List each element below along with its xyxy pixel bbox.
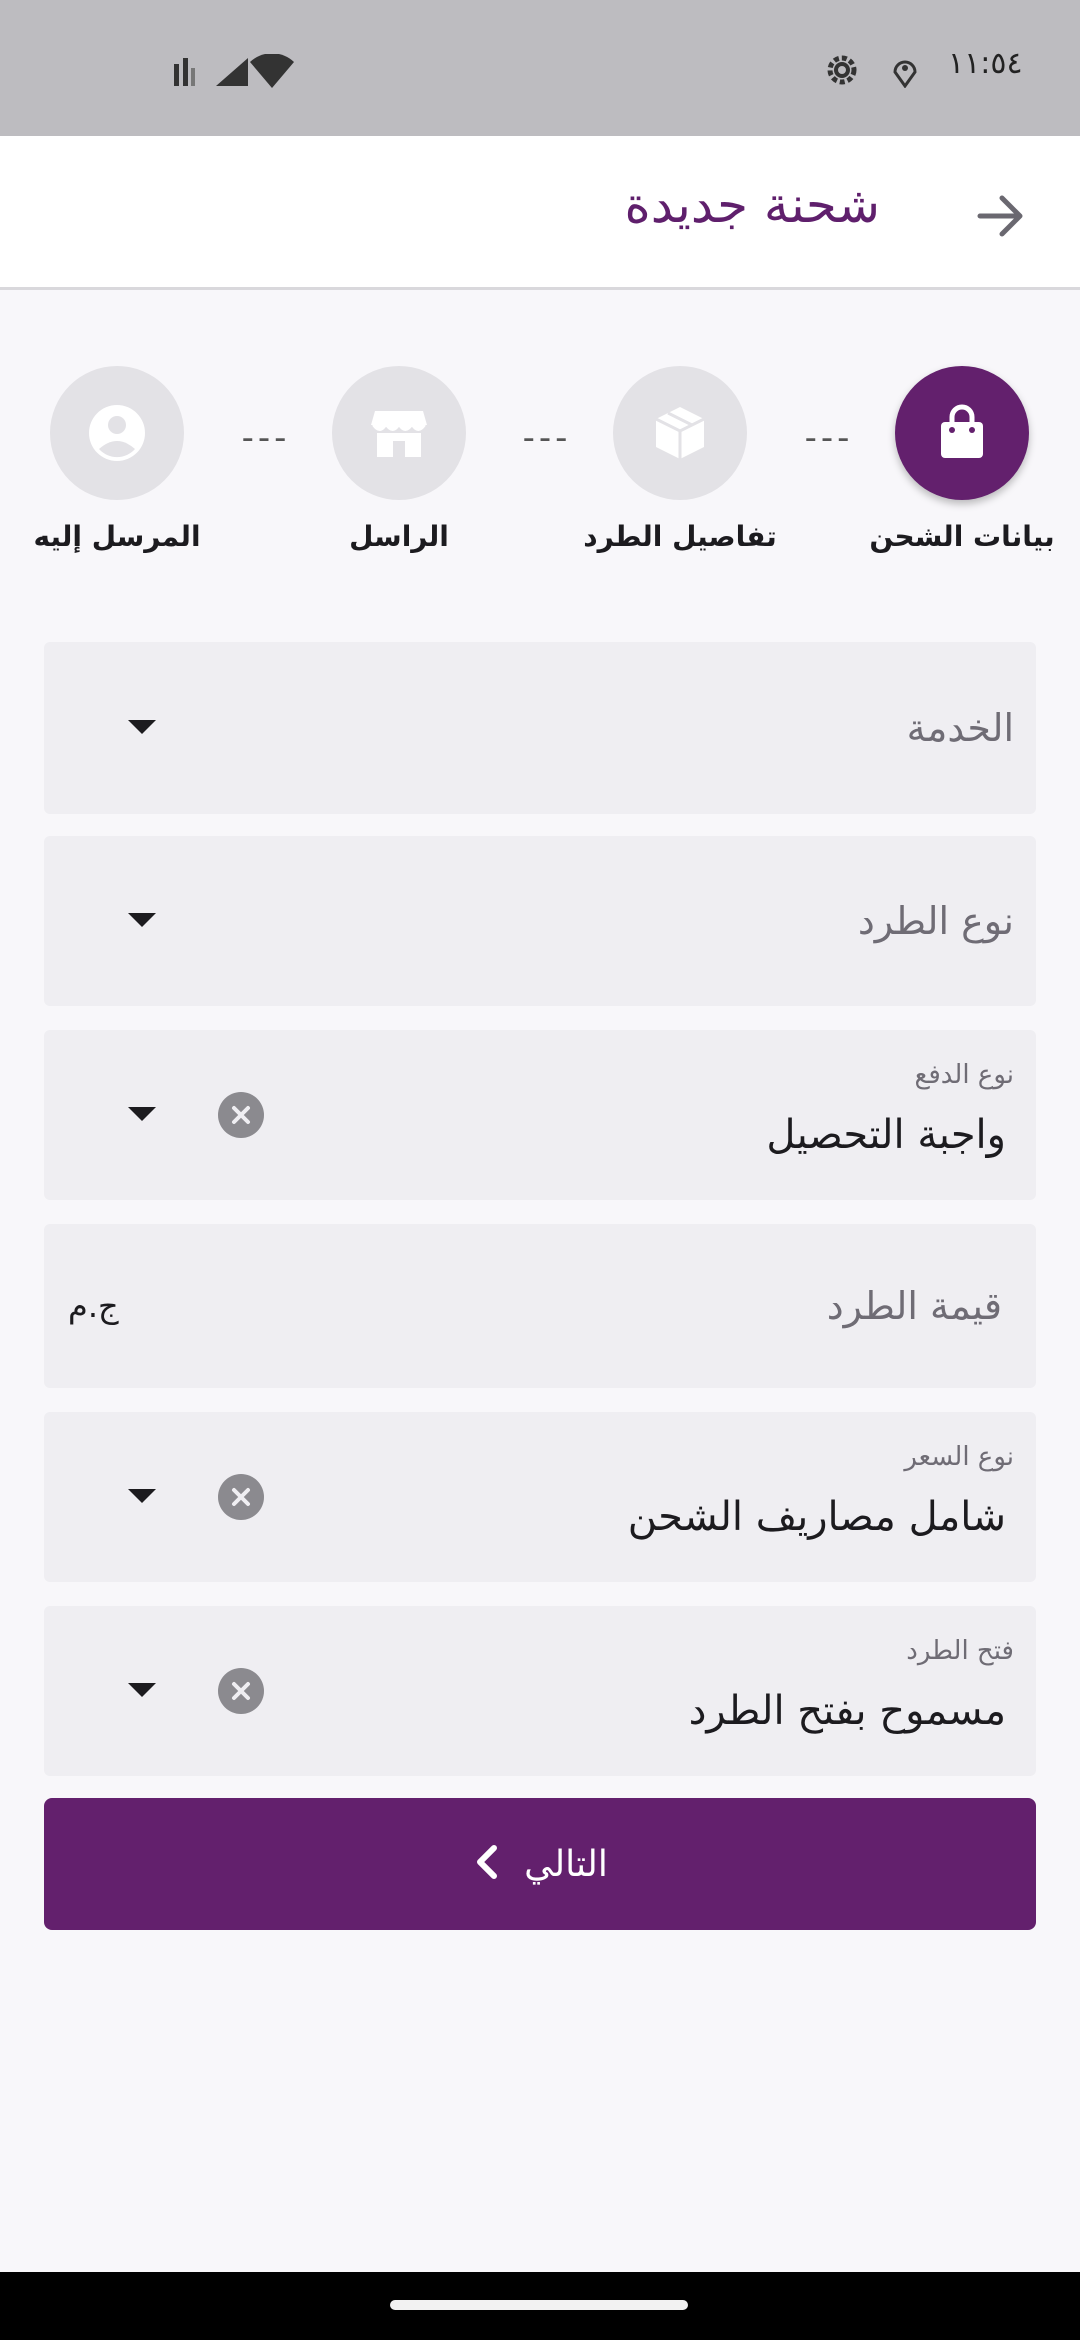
step-label: بيانات الشحن bbox=[869, 520, 1055, 553]
navigation-bar bbox=[0, 2272, 1080, 2340]
clear-icon[interactable] bbox=[218, 1668, 264, 1714]
dropdown-arrow-icon[interactable] bbox=[128, 1107, 156, 1121]
step-separator: --- bbox=[522, 418, 572, 458]
wifi-icon bbox=[248, 53, 296, 94]
settings-gear-icon bbox=[822, 50, 862, 94]
dropdown-arrow-icon[interactable] bbox=[128, 1683, 156, 1697]
package-box-icon bbox=[655, 407, 705, 459]
price-type-value: شامل مصاريف الشحن bbox=[627, 1494, 1006, 1540]
service-label: الخدمة bbox=[906, 706, 1014, 750]
step-parcel-details[interactable]: تفاصيل الطرد bbox=[570, 366, 790, 553]
step-separator: --- bbox=[804, 418, 854, 458]
step-shipping-data[interactable]: بيانات الشحن bbox=[852, 366, 1072, 553]
step-sender[interactable]: الراسل bbox=[289, 366, 509, 553]
dropdown-arrow-icon[interactable] bbox=[128, 720, 156, 734]
step-circle bbox=[50, 366, 184, 500]
step-label: تفاصيل الطرد bbox=[583, 520, 777, 553]
next-button[interactable]: التالي bbox=[44, 1798, 1036, 1930]
payment-type-label: نوع الدفع bbox=[914, 1060, 1014, 1090]
chevron-left-icon bbox=[472, 1842, 500, 1886]
payment-type-value: واجبة التحصيل bbox=[766, 1112, 1006, 1158]
shopping-bag-icon bbox=[941, 404, 983, 458]
payment-type-dropdown[interactable]: نوع الدفع واجبة التحصيل bbox=[44, 1030, 1036, 1200]
page-title: شحنة جديدة bbox=[624, 176, 880, 234]
price-type-dropdown[interactable]: نوع السعر شامل مصاريف الشحن bbox=[44, 1412, 1036, 1582]
step-label: الراسل bbox=[349, 520, 449, 553]
status-bar: ١١:٥٤ bbox=[0, 0, 1080, 136]
clear-icon[interactable] bbox=[218, 1474, 264, 1520]
signal-bars-icon bbox=[172, 54, 198, 92]
step-circle bbox=[332, 366, 466, 500]
parcel-value-placeholder: قيمة الطرد bbox=[826, 1284, 1002, 1328]
parcel-opening-dropdown[interactable]: فتح الطرد مسموح بفتح الطرد bbox=[44, 1606, 1036, 1776]
cellular-signal-icon bbox=[214, 56, 250, 92]
arrow-icon bbox=[977, 195, 1023, 237]
step-recipient[interactable]: المرسل إليه bbox=[7, 366, 227, 553]
dropdown-arrow-icon[interactable] bbox=[128, 1489, 156, 1503]
parcel-opening-value: مسموح بفتح الطرد bbox=[688, 1688, 1006, 1734]
step-separator: --- bbox=[241, 418, 291, 458]
dropdown-arrow-icon[interactable] bbox=[128, 913, 156, 927]
location-pin-icon bbox=[892, 56, 918, 92]
user-circle-icon bbox=[89, 405, 145, 461]
parcel-type-label: نوع الطرد bbox=[857, 899, 1014, 943]
currency-suffix: ج.م bbox=[68, 1287, 119, 1325]
home-indicator[interactable] bbox=[390, 2300, 688, 2310]
clear-icon[interactable] bbox=[218, 1092, 264, 1138]
next-button-label: التالي bbox=[524, 1843, 608, 1885]
back-button[interactable] bbox=[970, 186, 1030, 246]
step-circle bbox=[613, 366, 747, 500]
step-label: المرسل إليه bbox=[33, 520, 201, 553]
status-time: ١١:٥٤ bbox=[948, 46, 1023, 81]
parcel-type-dropdown[interactable]: نوع الطرد bbox=[44, 836, 1036, 1006]
price-type-label: نوع السعر bbox=[904, 1442, 1014, 1472]
app-bar: شحنة جديدة bbox=[0, 136, 1080, 290]
store-icon bbox=[371, 411, 427, 457]
service-dropdown[interactable]: الخدمة bbox=[44, 642, 1036, 814]
screen: ١١:٥٤ شحنة جديدة بيانات الشحن --- تفاصيل… bbox=[0, 0, 1080, 2340]
step-circle bbox=[895, 366, 1029, 500]
parcel-opening-label: فتح الطرد bbox=[906, 1636, 1014, 1666]
parcel-value-input[interactable]: قيمة الطرد ج.م bbox=[44, 1224, 1036, 1388]
